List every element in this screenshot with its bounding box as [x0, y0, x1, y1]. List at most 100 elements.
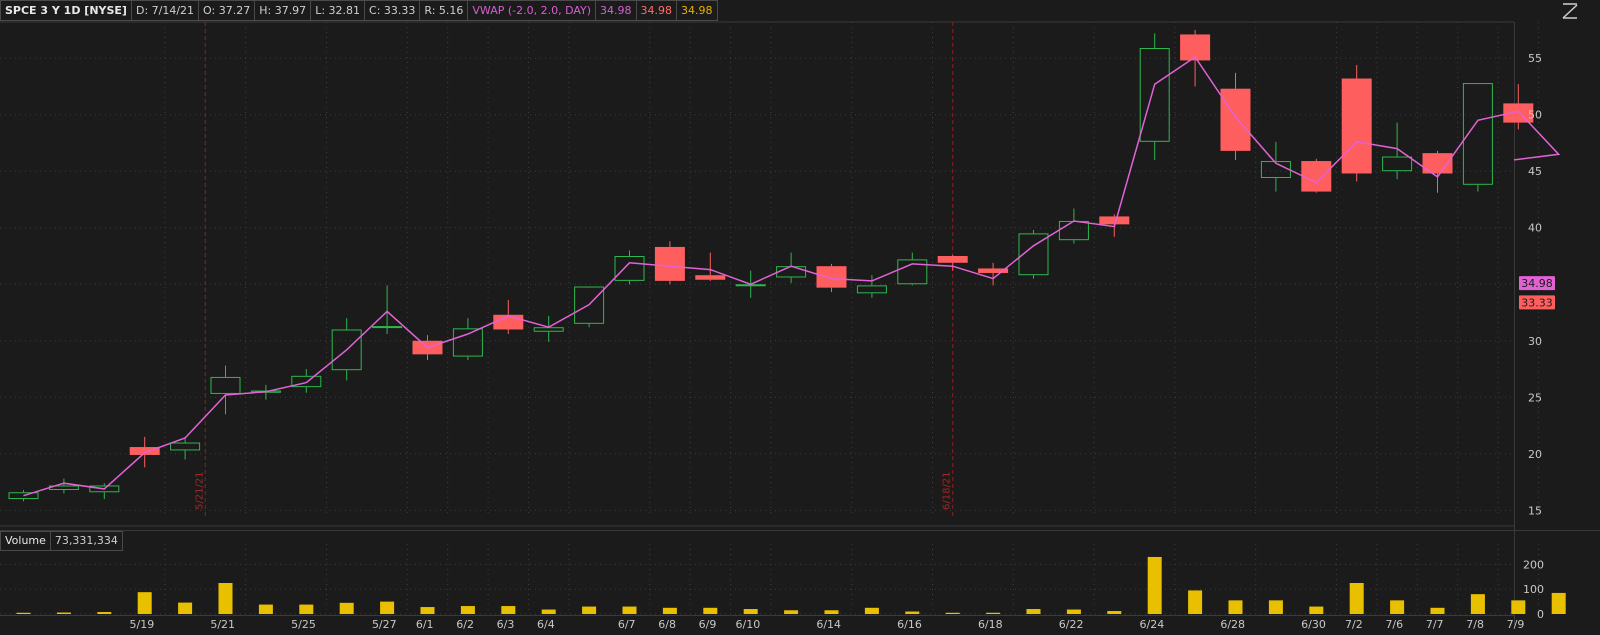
volume-bar: [905, 611, 920, 614]
date-tick-label: 6/22: [1059, 618, 1084, 631]
date-tick-label: 5/19: [130, 618, 155, 631]
event-label: 5/21/21: [194, 471, 205, 510]
volume-bar: [178, 602, 193, 614]
volume-bar: [1228, 600, 1243, 614]
candle: [1341, 64, 1372, 182]
volume-bar: [420, 607, 435, 614]
volume-bar: [662, 607, 677, 614]
high-readout: H: 37.97: [255, 0, 312, 21]
date-tick-label: 6/16: [897, 618, 922, 631]
date-tick-label: 7/9: [1507, 618, 1525, 631]
price-tick-label: 45: [1528, 165, 1542, 178]
volume-bar: [541, 609, 556, 614]
study-value-3: 34.98: [677, 0, 718, 21]
volume-tick-label: 0: [1537, 608, 1544, 621]
price-tick-label: 25: [1528, 391, 1542, 404]
date-tick-label: 6/28: [1220, 618, 1245, 631]
volume-bar: [743, 609, 758, 614]
candle-body: [1220, 88, 1251, 151]
chart-header: SPCE 3 Y 1D [NYSE] D: 7/14/21 O: 37.27 H…: [0, 0, 718, 21]
candle-body: [695, 275, 726, 280]
price-tick-label: 20: [1528, 448, 1542, 461]
date-tick-label: 6/18: [978, 618, 1003, 631]
date-tick-label: 6/1: [416, 618, 434, 631]
price-chart[interactable]: 5/21/216/18/21 1520253035404550550100200…: [0, 0, 1600, 635]
symbol-label[interactable]: SPCE 3 Y 1D [NYSE]: [0, 0, 132, 21]
price-tick-label: 50: [1528, 109, 1542, 122]
volume-bar: [1026, 609, 1041, 614]
range-readout: R: 5.16: [420, 0, 469, 21]
volume-bar: [703, 607, 718, 614]
study-value-1: 34.98: [596, 0, 637, 21]
date-tick-label: 7/6: [1385, 618, 1403, 631]
candle-body: [493, 314, 524, 330]
candle-body: [1341, 78, 1372, 174]
settings-icon[interactable]: [1560, 2, 1580, 20]
candle: [1301, 158, 1332, 193]
candle-body: [654, 246, 685, 281]
date-tick-label: 6/9: [699, 618, 717, 631]
date-tick-label: 5/25: [291, 618, 316, 631]
price-tick-label: 30: [1528, 335, 1542, 348]
candle-body: [372, 326, 403, 329]
volume-bar: [986, 612, 1001, 614]
date-tick-label: 6/4: [537, 618, 555, 631]
date-tick-label: 6/10: [736, 618, 761, 631]
candle-body: [1301, 161, 1332, 192]
price-badge-label: 33.33: [1521, 296, 1553, 309]
candle-body: [1099, 216, 1130, 225]
volume-bar: [137, 592, 152, 614]
candle-body: [816, 266, 847, 288]
volume-tick-label: 100: [1523, 583, 1544, 596]
candle: [654, 241, 685, 285]
volume-bar: [1470, 594, 1485, 614]
date-tick-label: 6/24: [1140, 618, 1165, 631]
price-tick-label: 15: [1528, 504, 1542, 517]
volume-bar: [339, 602, 354, 614]
volume-bar: [622, 606, 637, 614]
volume-label[interactable]: Volume: [0, 531, 51, 551]
date-tick-label: 6/3: [497, 618, 515, 631]
volume-bar: [582, 606, 597, 614]
volume-bar: [56, 612, 71, 614]
volume-bar: [1066, 609, 1081, 614]
volume-bar: [380, 601, 395, 614]
volume-bar: [460, 606, 475, 614]
date-tick-label: 5/27: [372, 618, 397, 631]
volume-bar: [16, 612, 31, 614]
study-value-2: 34.98: [636, 0, 678, 21]
volume-bar: [1511, 600, 1526, 614]
price-tick-label: 40: [1528, 222, 1542, 235]
date-tick-label: 7/7: [1426, 618, 1444, 631]
date-tick-label: 6/2: [456, 618, 474, 631]
date-tick-label: 7/2: [1345, 618, 1363, 631]
open-readout: O: 37.27: [199, 0, 256, 21]
volume-header: Volume 73,331,334: [0, 531, 123, 551]
volume-bar: [1349, 583, 1364, 614]
volume-bar: [1390, 600, 1405, 614]
price-tick-label: 55: [1528, 52, 1542, 65]
volume-bar: [1309, 606, 1324, 614]
close-readout: C: 33.33: [365, 0, 421, 21]
volume-bar: [784, 610, 799, 614]
volume-value: 73,331,334: [50, 531, 123, 551]
volume-bar: [1268, 600, 1283, 614]
volume-bar: [258, 604, 273, 614]
volume-bar: [97, 612, 112, 614]
volume-bar: [1430, 607, 1445, 614]
study-label[interactable]: VWAP (-2.0, 2.0, DAY): [468, 0, 597, 21]
date-tick-label: 6/7: [618, 618, 636, 631]
date-tick-label: 6/14: [816, 618, 841, 631]
volume-bar: [1551, 592, 1566, 614]
volume-bar: [824, 610, 839, 614]
volume-bar: [1107, 611, 1122, 614]
low-readout: L: 32.81: [311, 0, 366, 21]
price-badge-label: 34.98: [1521, 277, 1553, 290]
volume-bar: [945, 612, 960, 614]
date-tick-label: 6/30: [1301, 618, 1326, 631]
volume-tick-label: 200: [1523, 558, 1544, 571]
volume-bar: [299, 604, 314, 614]
date-tick-label: 7/8: [1466, 618, 1484, 631]
volume-bar: [864, 607, 879, 614]
date-tick-label: 6/8: [658, 618, 676, 631]
